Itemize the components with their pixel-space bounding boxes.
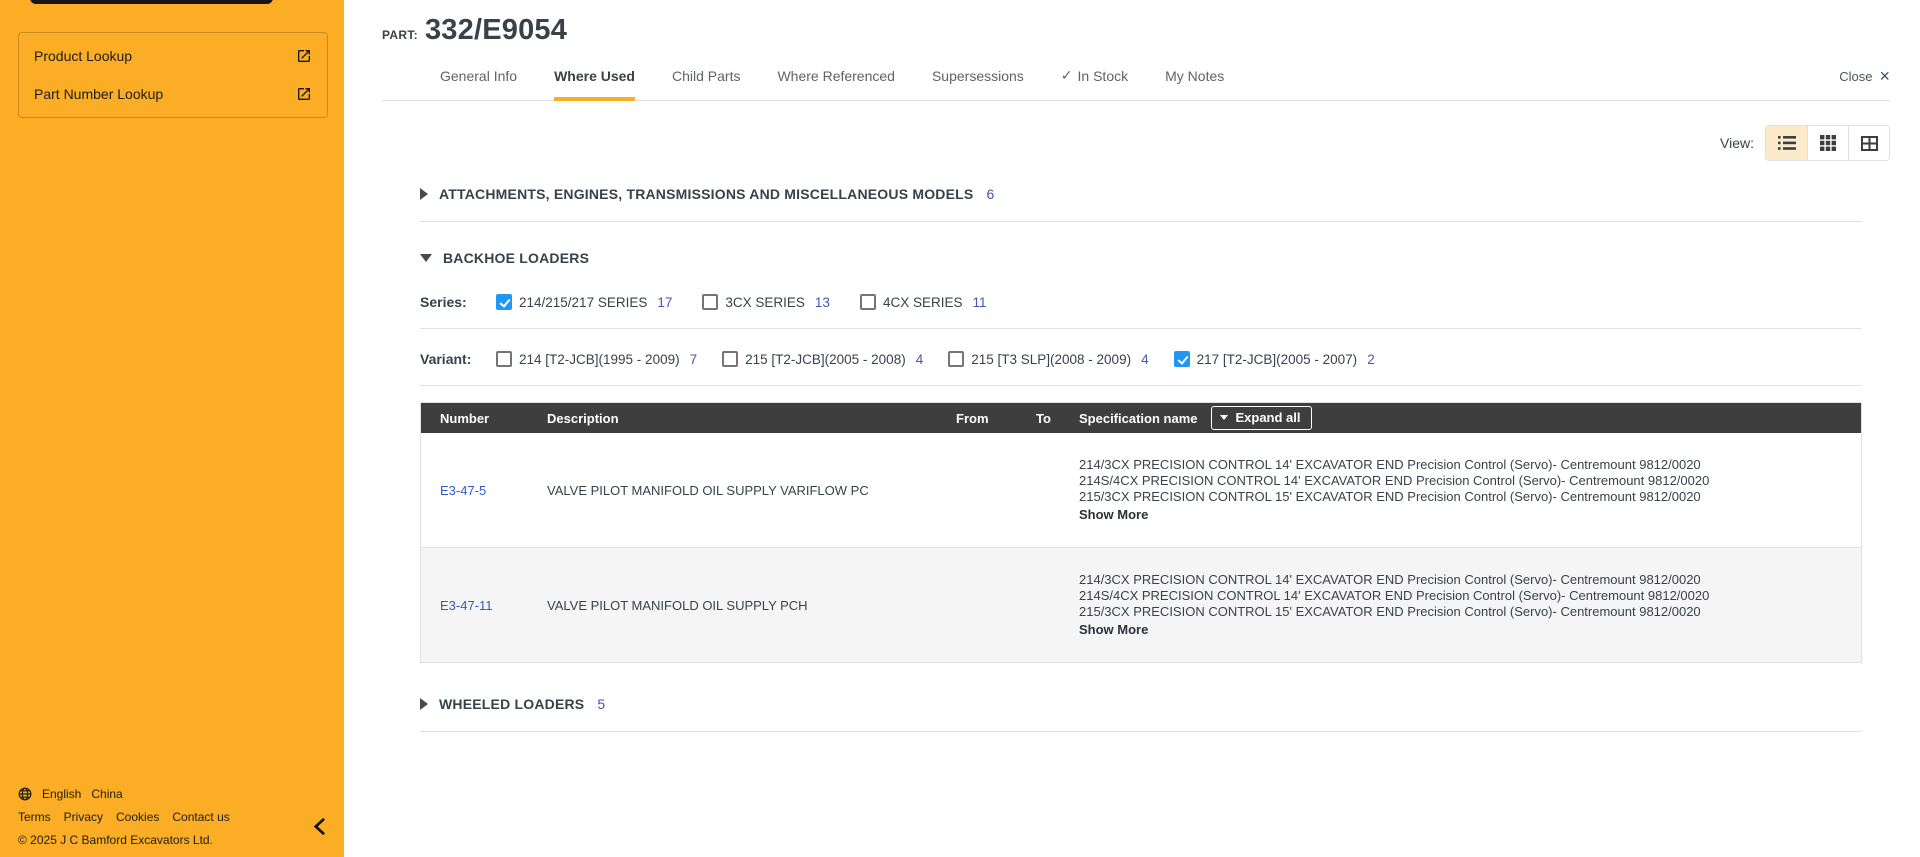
table-view-button[interactable] — [1848, 126, 1889, 160]
tab-in-stock[interactable]: ✓ In Stock — [1061, 67, 1128, 101]
sidebar-collapse-button[interactable] — [313, 818, 326, 835]
section-wheeled-loaders[interactable]: WHEELED LOADERS 5 — [420, 677, 1862, 731]
checkbox-unchecked — [702, 294, 718, 310]
language-selector[interactable]: English — [42, 787, 81, 801]
contact-us-link[interactable]: Contact us — [172, 810, 229, 824]
part-description: VALVE PILOT MANIFOLD OIL SUPPLY PCH — [547, 598, 956, 613]
table-row: E3-47-11 VALVE PILOT MANIFOLD OIL SUPPLY… — [421, 547, 1861, 662]
tab-child-parts[interactable]: Child Parts — [672, 68, 740, 101]
close-button[interactable]: Close × — [1839, 69, 1890, 98]
part-number-lookup-link[interactable]: Part Number Lookup — [19, 75, 327, 113]
variant-label: Variant: — [420, 351, 496, 367]
sidebar-top-button-partial[interactable] — [30, 0, 273, 4]
triangle-down-icon — [420, 254, 432, 262]
triangle-right-icon — [420, 188, 428, 200]
part-title: PART: 332/E9054 — [382, 14, 1890, 47]
where-used-table: Number Description From To Specification… — [420, 402, 1862, 663]
view-toolbar: View: — [382, 125, 1890, 161]
external-link-icon — [296, 86, 312, 102]
variant-filter-row: Variant: 214 [T2-JCB](1995 - 2009) 7 215… — [420, 351, 1862, 385]
checkbox-unchecked — [722, 351, 738, 367]
country-selector[interactable]: China — [91, 787, 122, 801]
show-more-link[interactable]: Show More — [1079, 621, 1845, 638]
section-count: 5 — [597, 696, 605, 712]
checkbox-unchecked — [948, 351, 964, 367]
column-header-to: To — [1036, 411, 1079, 426]
view-label: View: — [1720, 135, 1754, 151]
series-filter-row: Series: 214/215/217 SERIES 17 3CX SERIES… — [420, 294, 1862, 328]
triangle-right-icon — [420, 698, 428, 710]
tab-where-referenced[interactable]: Where Referenced — [777, 68, 895, 101]
close-icon: × — [1879, 70, 1890, 83]
terms-link[interactable]: Terms — [18, 810, 51, 824]
series-checkbox-214-215-217[interactable]: 214/215/217 SERIES 17 — [496, 294, 672, 310]
part-description: VALVE PILOT MANIFOLD OIL SUPPLY VARIFLOW… — [547, 483, 956, 498]
cookies-link[interactable]: Cookies — [116, 810, 159, 824]
part-label: PART: — [382, 28, 418, 42]
specification-cell: 214/3CX PRECISION CONTROL 14' EXCAVATOR … — [1079, 548, 1861, 662]
chevron-down-icon — [1220, 415, 1228, 420]
checkbox-unchecked — [496, 351, 512, 367]
part-number: 332/E9054 — [425, 14, 567, 47]
part-number-link[interactable]: E3-47-5 — [440, 483, 547, 498]
list-view-icon — [1778, 136, 1796, 150]
grid-3x3-icon — [1820, 135, 1836, 151]
part-number-lookup-label: Part Number Lookup — [34, 86, 163, 102]
column-header-from: From — [956, 411, 1036, 426]
divider — [420, 385, 1862, 386]
divider — [420, 328, 1862, 329]
grid-view-button[interactable] — [1807, 126, 1848, 160]
checkbox-checked — [1174, 351, 1190, 367]
section-count: 6 — [986, 186, 994, 202]
sidebar-footer: English China Terms Privacy Cookies Cont… — [18, 778, 230, 847]
series-label: Series: — [420, 294, 496, 310]
sidebar: Product Lookup Part Number Lookup Englis… — [0, 0, 344, 857]
series-checkbox-4cx[interactable]: 4CX SERIES 11 — [860, 294, 987, 310]
part-number-link[interactable]: E3-47-11 — [440, 598, 547, 613]
lookup-links-panel: Product Lookup Part Number Lookup — [18, 32, 328, 118]
copyright-text: © 2025 J C Bamford Excavators Ltd. — [18, 833, 213, 847]
column-header-specification: Specification name — [1079, 411, 1197, 426]
privacy-link[interactable]: Privacy — [64, 810, 103, 824]
globe-icon — [18, 787, 32, 801]
product-lookup-label: Product Lookup — [34, 48, 132, 64]
variant-checkbox-215-t3slp[interactable]: 215 [T3 SLP](2008 - 2009) 4 — [948, 351, 1148, 367]
view-toggle-group — [1765, 125, 1890, 161]
external-link-icon — [296, 48, 312, 64]
column-header-description: Description — [547, 411, 956, 426]
tab-supersessions[interactable]: Supersessions — [932, 68, 1024, 101]
checkbox-unchecked — [860, 294, 876, 310]
specification-cell: 214/3CX PRECISION CONTROL 14' EXCAVATOR … — [1079, 433, 1861, 547]
tab-bar: General Info Where Used Child Parts Wher… — [382, 67, 1890, 101]
where-used-content: ATTACHMENTS, ENGINES, TRANSMISSIONS AND … — [420, 167, 1862, 732]
table-header-row: Number Description From To Specification… — [421, 403, 1861, 433]
grid-2x2-icon — [1861, 136, 1878, 151]
variant-checkbox-215-t2[interactable]: 215 [T2-JCB](2005 - 2008) 4 — [722, 351, 923, 367]
close-label: Close — [1839, 69, 1872, 84]
divider — [420, 731, 1862, 732]
show-more-link[interactable]: Show More — [1079, 506, 1845, 523]
check-icon: ✓ — [1061, 67, 1073, 84]
table-row: E3-47-5 VALVE PILOT MANIFOLD OIL SUPPLY … — [421, 433, 1861, 547]
product-lookup-link[interactable]: Product Lookup — [19, 37, 327, 75]
checkbox-checked — [496, 294, 512, 310]
series-checkbox-3cx[interactable]: 3CX SERIES 13 — [702, 294, 830, 310]
column-header-number: Number — [440, 411, 547, 426]
part-detail-panel: PART: 332/E9054 General Info Where Used … — [344, 0, 1920, 857]
expand-all-button[interactable]: Expand all — [1211, 406, 1311, 430]
tab-my-notes[interactable]: My Notes — [1165, 68, 1224, 101]
list-view-button[interactable] — [1766, 126, 1807, 160]
section-attachments[interactable]: ATTACHMENTS, ENGINES, TRANSMISSIONS AND … — [420, 167, 1862, 221]
section-backhoe-loaders[interactable]: BACKHOE LOADERS — [420, 222, 1862, 272]
tab-general-info[interactable]: General Info — [440, 68, 517, 101]
variant-checkbox-214-t2[interactable]: 214 [T2-JCB](1995 - 2009) 7 — [496, 351, 697, 367]
chevron-left-icon — [313, 818, 326, 835]
tab-where-used[interactable]: Where Used — [554, 68, 635, 101]
variant-checkbox-217-t2[interactable]: 217 [T2-JCB](2005 - 2007) 2 — [1174, 351, 1375, 367]
